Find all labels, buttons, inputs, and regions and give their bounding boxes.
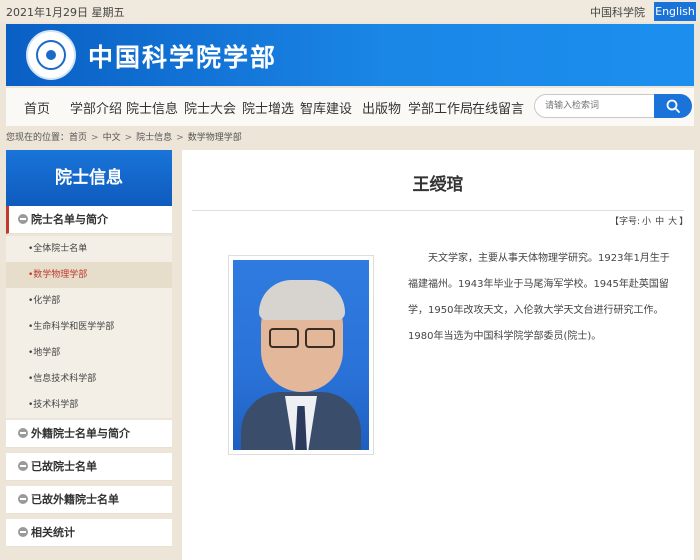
breadcrumb-sep: > <box>176 133 184 143</box>
nav-item-assembly[interactable]: 院士大会 <box>184 98 236 117</box>
title-divider <box>192 210 684 211</box>
sidebar-section-label: 相关统计 <box>31 526 75 539</box>
breadcrumb-sep: > <box>124 133 133 143</box>
nav-item-academicians[interactable]: 院士信息 <box>126 98 178 117</box>
nav-item-message[interactable]: 在线留言 <box>472 98 524 117</box>
collapse-icon <box>18 428 28 438</box>
sidebar-section-label: 外籍院士名单与简介 <box>31 427 130 440</box>
nav-item-election[interactable]: 院士增选 <box>242 98 294 117</box>
sidebar-section-label: 已故院士名单 <box>31 460 97 473</box>
academician-name: 王绶琯 <box>412 175 464 195</box>
sidebar-section-statistics[interactable]: 相关统计 <box>6 519 172 547</box>
breadcrumb-academicians[interactable]: 院士信息 <box>136 133 172 143</box>
search-button[interactable] <box>654 94 692 118</box>
collapse-icon <box>18 527 28 537</box>
search-icon <box>666 99 680 113</box>
nav-item-bureau[interactable]: 学部工作局 <box>408 98 473 117</box>
breadcrumb-math-physics[interactable]: 数学物理学部 <box>188 133 242 143</box>
breadcrumb-home[interactable]: 首页 <box>69 133 87 143</box>
sidebar-title: 院士信息 <box>6 150 172 206</box>
english-button[interactable]: English <box>654 2 696 21</box>
font-size-small[interactable]: 小 <box>642 217 651 227</box>
font-size-prefix: 【字号: <box>610 217 641 227</box>
collapse-icon <box>18 214 28 224</box>
main-content: 王绶琯 【字号: 小中大】 天文学家，主要从事天体物理学研究。1923年1月生于福… <box>182 150 694 560</box>
collapse-icon <box>18 494 28 504</box>
portrait-photo <box>233 260 369 450</box>
current-date: 2021年1月29日 星期五 <box>6 6 125 19</box>
site-header: 中国科学院学部 <box>6 24 694 86</box>
main-nav: 首页 学部介绍 院士信息 院士大会 院士增选 智库建设 出版物 学部工作局 在线… <box>6 88 694 126</box>
sidebar-section-label: 院士名单与简介 <box>31 213 108 226</box>
breadcrumb-prefix: 您现在的位置： <box>6 133 70 143</box>
portrait-frame <box>228 255 374 455</box>
sidebar-section-deceased-foreign[interactable]: 已故外籍院士名单 <box>6 486 172 514</box>
sidebar: 院士信息 院士名单与简介 •全体院士名单 •数学物理学部 •化学部 •生命科学和… <box>6 150 172 560</box>
sidebar-section-deceased[interactable]: 已故院士名单 <box>6 453 172 481</box>
search-input[interactable] <box>534 94 654 118</box>
sidebar-section-label: 已故外籍院士名单 <box>31 493 119 506</box>
sidebar-subitem-chemistry[interactable]: •化学部 <box>6 288 172 314</box>
cas-emblem-icon[interactable] <box>26 30 76 80</box>
sidebar-subitem-all[interactable]: •全体院士名单 <box>6 236 172 262</box>
breadcrumb-chinese[interactable]: 中文 <box>103 133 121 143</box>
sidebar-subitem-earth-science[interactable]: •地学部 <box>6 340 172 366</box>
font-size-control: 【字号: 小中大】 <box>610 214 688 227</box>
sidebar-subitem-info-tech[interactable]: •信息技术科学部 <box>6 366 172 392</box>
sidebar-subitem-math-physics[interactable]: •数学物理学部 <box>6 262 172 288</box>
biography-text: 天文学家，主要从事天体物理学研究。1923年1月生于福建福州。1943年毕业于马… <box>408 253 670 342</box>
site-title[interactable]: 中国科学院学部 <box>88 38 277 74</box>
breadcrumb: 您现在的位置：首页 > 中文 > 院士信息 > 数学物理学部 <box>6 130 242 143</box>
nav-item-home[interactable]: 首页 <box>24 98 50 117</box>
breadcrumb-sep: > <box>91 133 99 143</box>
nav-item-about[interactable]: 学部介绍 <box>70 98 122 117</box>
sidebar-subitem-life-science[interactable]: •生命科学和医学学部 <box>6 314 172 340</box>
font-size-medium[interactable]: 中 <box>655 217 664 227</box>
cas-home-link[interactable]: 中国科学院 <box>590 4 645 20</box>
sidebar-section-foreign[interactable]: 外籍院士名单与简介 <box>6 420 172 448</box>
nav-item-thinktank[interactable]: 智库建设 <box>300 98 352 117</box>
font-size-suffix: 】 <box>679 217 689 227</box>
collapse-icon <box>18 461 28 471</box>
sidebar-section-academician-list[interactable]: 院士名单与简介 <box>6 206 172 234</box>
sidebar-subitem-tech-science[interactable]: •技术科学部 <box>6 392 172 418</box>
font-size-large[interactable]: 大 <box>668 217 677 227</box>
nav-item-publications[interactable]: 出版物 <box>362 98 401 117</box>
top-bar: 2021年1月29日 星期五 中国科学院 English <box>0 0 700 22</box>
